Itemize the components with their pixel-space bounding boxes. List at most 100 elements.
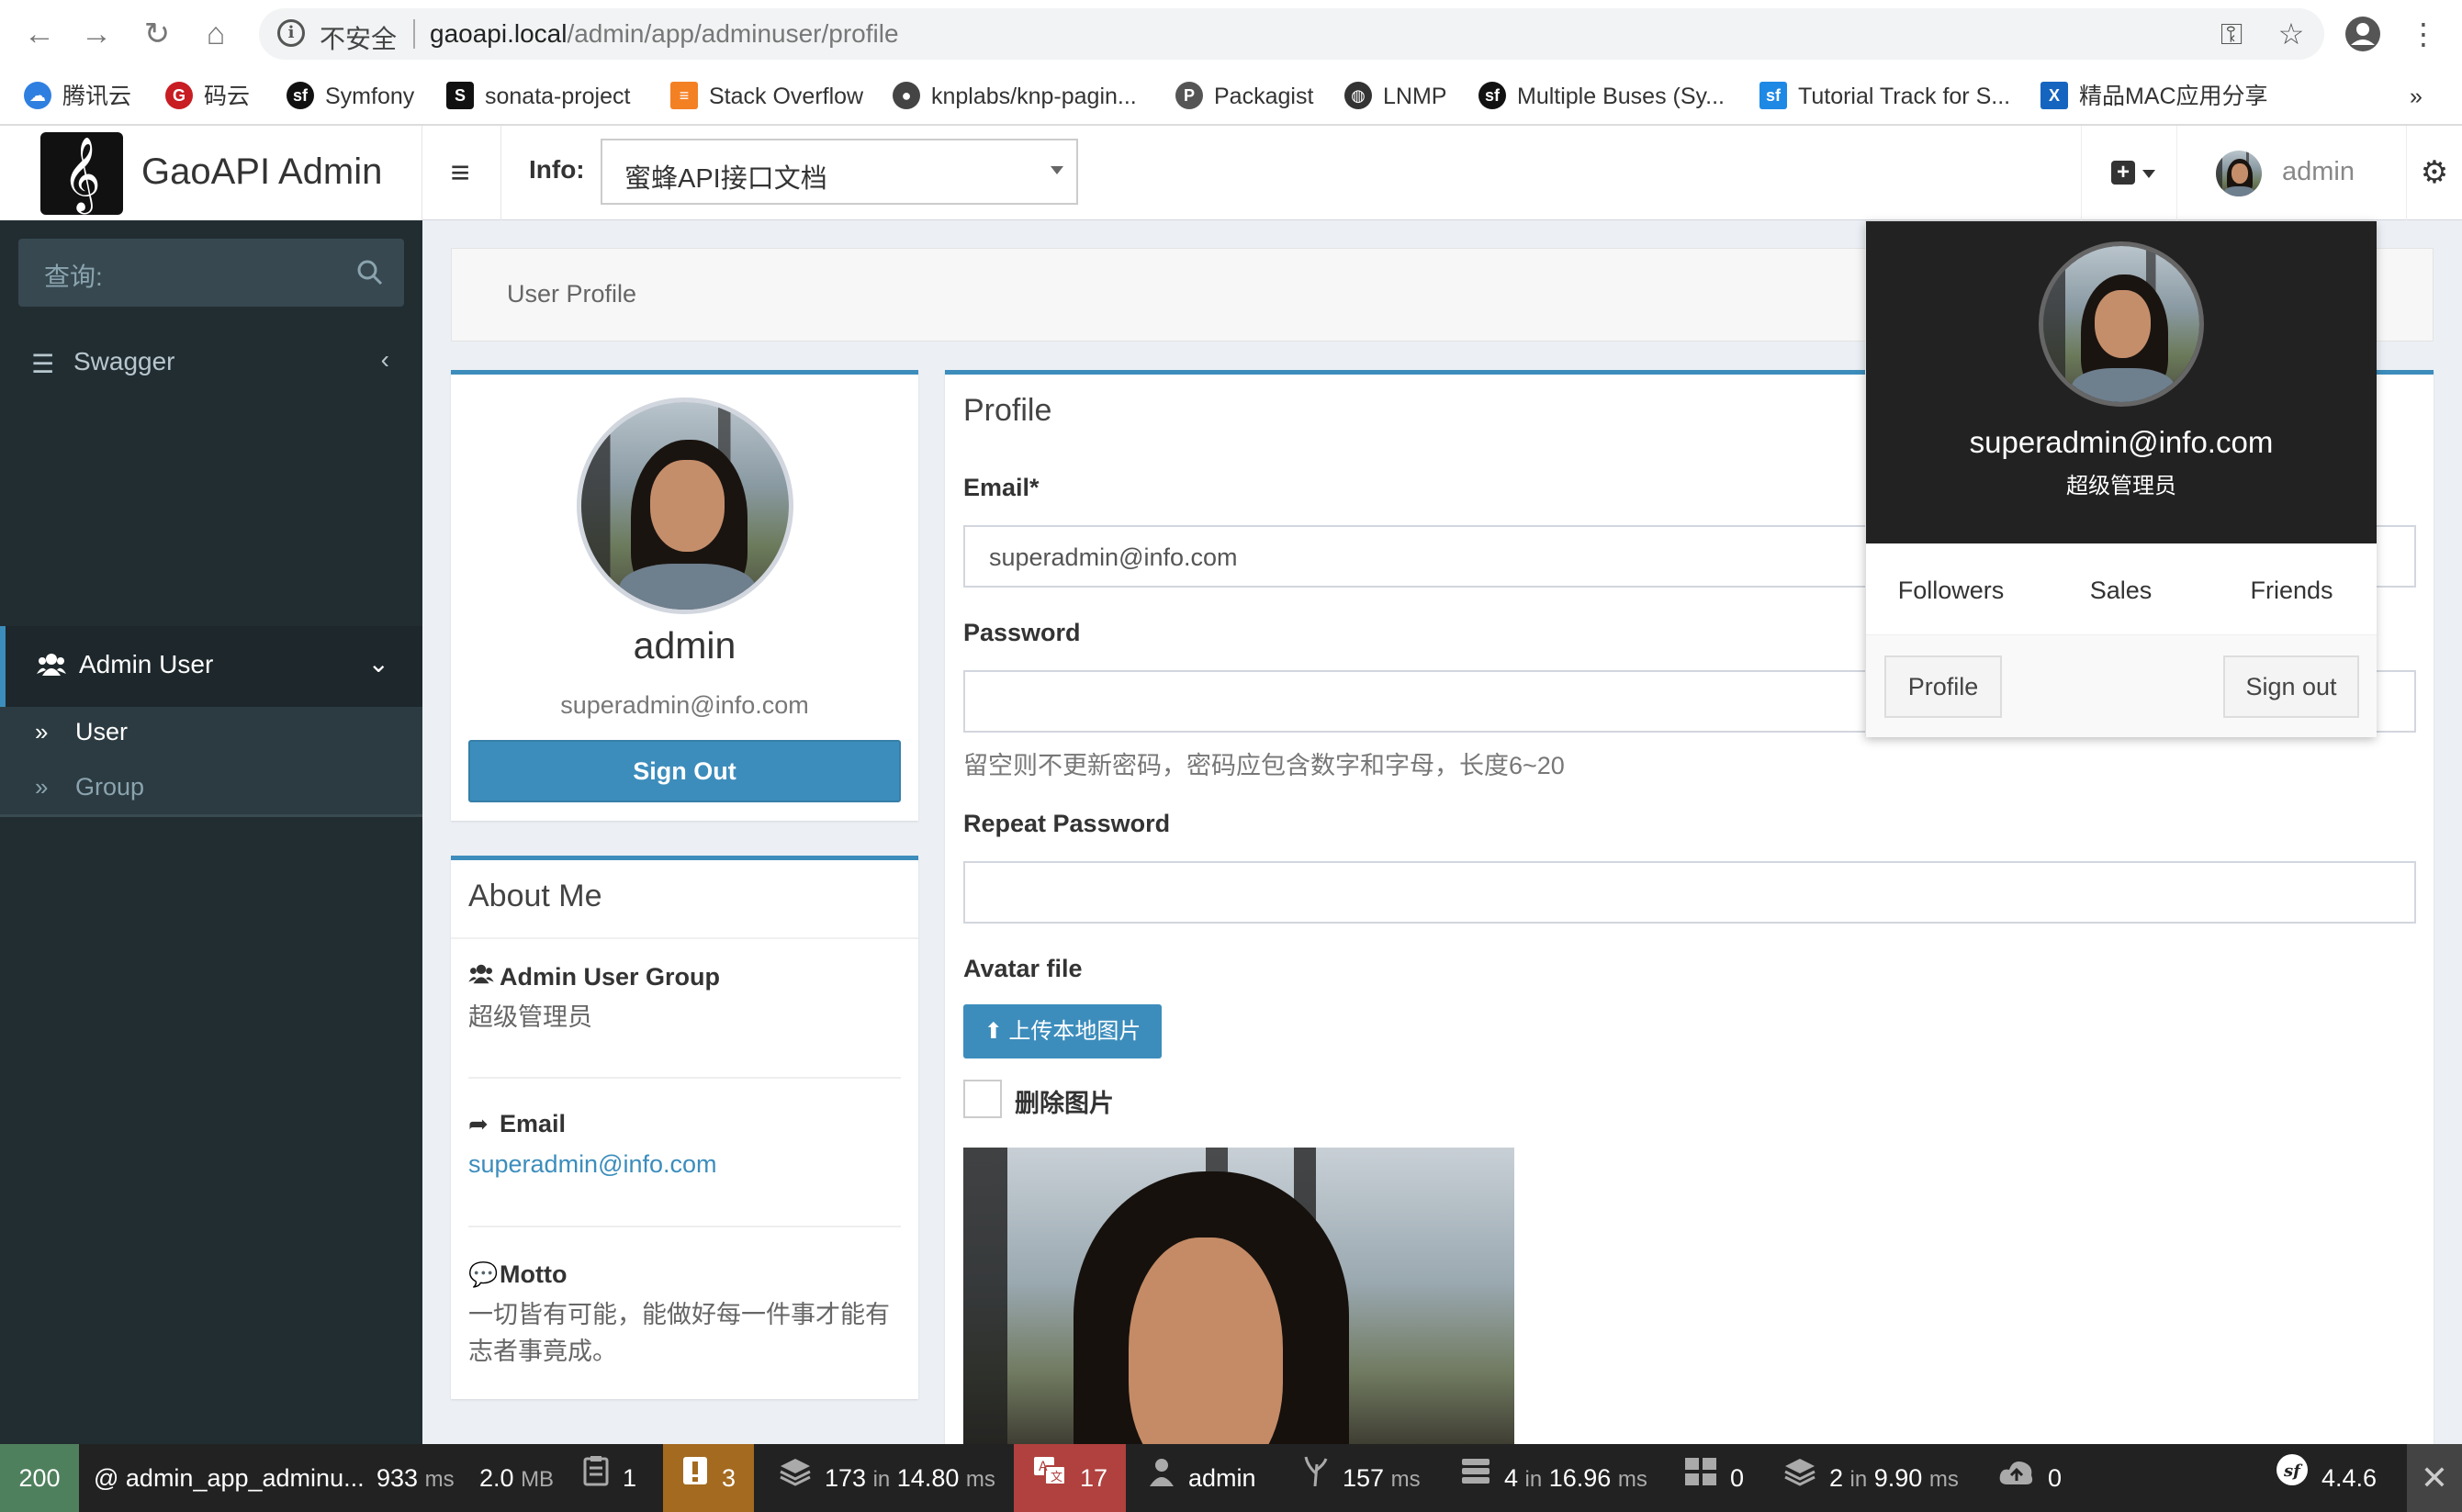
delete-image-checkbox[interactable] [963, 1080, 1002, 1118]
bookmark-lnmp[interactable]: ◍ LNMP [1344, 78, 1446, 115]
translate-icon: A文 [1032, 1444, 1067, 1512]
bookmark-symfony[interactable]: sf Symfony [287, 78, 414, 115]
url-bar[interactable]: i 不安全 gaoapi.local/admin/app/adminuser/p… [259, 8, 2324, 60]
bookmark-label: Stack Overflow [709, 84, 864, 109]
avatar-file-label: Avatar file [963, 955, 1083, 982]
star-icon[interactable]: ☆ [2268, 11, 2314, 57]
double-chevron-icon: » [35, 773, 49, 801]
about-email-label: Email [500, 1110, 567, 1137]
forms-panel[interactable]: 1 [582, 1444, 636, 1512]
info-select[interactable]: 蜜蜂API接口文档 [601, 139, 1078, 205]
database-panel[interactable]: 4 in 16.96 ms [1460, 1444, 1647, 1512]
database-icon [1460, 1444, 1491, 1512]
users-icon [468, 963, 500, 991]
memory-usage[interactable]: 2.0 MB [479, 1444, 554, 1512]
divider [451, 937, 918, 939]
sidebar-subitem-group[interactable]: » Group [0, 762, 422, 815]
sidebar-subitem-user[interactable]: » User [0, 707, 422, 760]
dropdown-sign-out-button[interactable]: Sign out [2223, 655, 2359, 718]
grid-icon [1684, 1444, 1717, 1512]
password-label: Password [963, 619, 1081, 646]
bookmark-tutorial-track[interactable]: sf Tutorial Track for S... [1759, 78, 2010, 115]
sidebar-toggle-icon[interactable]: ≡ [432, 150, 489, 196]
bookmark-sonata[interactable]: Ssonata-project [446, 78, 630, 115]
twig-icon [1302, 1444, 1330, 1512]
route-label[interactable]: @ admin_app_adminu... [94, 1444, 365, 1512]
info-icon[interactable]: i [277, 19, 305, 47]
about-group-label: Admin User Group [500, 963, 721, 991]
upload-image-button[interactable]: ⬆ 上传本地图片 [963, 1004, 1162, 1058]
bookmark-tencent[interactable]: ☁ 腾讯云 [24, 78, 131, 115]
status-badge[interactable]: 200 [0, 1444, 79, 1512]
url-text[interactable]: gaoapi.local/admin/app/adminuser/profile [430, 19, 899, 49]
sign-out-button[interactable]: Sign Out [468, 740, 901, 802]
url-separator [413, 19, 415, 49]
bookmark-label: 精品MAC应用分享 [2079, 84, 2268, 109]
sidebar-search-input[interactable]: 查询: [18, 239, 404, 307]
key-icon[interactable]: ⚿ [2209, 11, 2254, 57]
bookmark-knplabs[interactable]: ● knplabs/knp-pagin... [893, 78, 1137, 115]
home-icon[interactable]: ⌂ [193, 11, 239, 57]
request-time[interactable]: 933 ms [377, 1444, 455, 1512]
forward-icon[interactable]: → [73, 11, 119, 57]
followers-link[interactable]: Followers [1866, 577, 2036, 605]
reload-icon[interactable]: ↻ [134, 11, 180, 57]
avatar [2216, 151, 2262, 196]
about-email-link[interactable]: superadmin@info.com [468, 1146, 901, 1182]
bookmark-packagist[interactable]: P Packagist [1175, 78, 1313, 115]
packagist-icon: P [1175, 82, 1203, 110]
comment-icon: 💬 [468, 1260, 499, 1288]
dashboard-panel[interactable]: 0 [1684, 1444, 1744, 1512]
close-icon[interactable]: ✕ [2407, 1444, 2462, 1512]
bookmark-gitee[interactable]: G 码云 [165, 78, 250, 115]
dropdown-email: superadmin@info.com [1969, 425, 2274, 459]
users-icon [37, 652, 66, 681]
gears-icon[interactable]: ⚙ [2406, 126, 2462, 220]
add-menu-button[interactable]: + [2081, 126, 2176, 220]
security-panel[interactable]: admin [1148, 1444, 1256, 1512]
x-icon: X [2040, 82, 2068, 110]
logo-text: GaoAPI Admin [141, 151, 383, 192]
layers-value: 2 [1829, 1464, 1844, 1492]
layers-panel[interactable]: 2 in 9.90 ms [1783, 1444, 1959, 1512]
symfony-icon: sf [2276, 1444, 2309, 1512]
dropdown-header: superadmin@info.com 超级管理员 [1866, 221, 2377, 543]
twig-panel[interactable]: 157 ms [1302, 1444, 1421, 1512]
app-header: 𝄞 GaoAPI Admin ≡ Info: 蜜蜂API接口文档 + admin… [0, 126, 2462, 220]
profile-button[interactable]: Profile [1884, 655, 2002, 718]
back-icon[interactable]: ← [17, 11, 62, 57]
sales-link[interactable]: Sales [2036, 577, 2206, 605]
http-client-panel[interactable]: 0 [1998, 1444, 2062, 1512]
friends-link[interactable]: Friends [2207, 577, 2377, 605]
sidebar-item-swagger[interactable]: ☰ Swagger ‹ [0, 323, 422, 404]
email-label: Email* [963, 474, 1040, 501]
cloud-icon: ☁ [24, 82, 51, 110]
user-menu-button[interactable]: admin [2176, 126, 2406, 220]
twig-value: 157 [1343, 1464, 1385, 1492]
bookmark-multiple-buses[interactable]: sf Multiple Buses (Sy... [1478, 78, 1725, 115]
url-host: gaoapi.local [430, 19, 568, 48]
sonata-icon: S [446, 82, 474, 110]
twig-unit: ms [1390, 1467, 1421, 1492]
browser-chrome: ← → ↻ ⌂ i 不安全 gaoapi.local/admin/app/adm… [0, 0, 2462, 126]
header-divider [500, 126, 501, 220]
info-select-value: 蜜蜂API接口文档 [624, 164, 827, 194]
search-icon[interactable] [356, 259, 384, 286]
bookmarks-more[interactable]: » [2410, 78, 2423, 115]
about-group-value: 超级管理员 [468, 1003, 592, 1031]
account-icon[interactable] [2340, 11, 2386, 57]
symfony-icon: sf [1478, 82, 1506, 110]
symfony-version[interactable]: sf 4.4.6 [2276, 1444, 2377, 1512]
menu-kebab-icon[interactable]: ⋮ [2400, 11, 2446, 57]
cache-panel[interactable]: 173 in 14.80 ms [779, 1444, 995, 1512]
logo[interactable]: 𝄞 GaoAPI Admin [0, 126, 422, 220]
bookmark-mac-apps[interactable]: X 精品MAC应用分享 [2040, 78, 2268, 115]
sidebar-item-admin-user[interactable]: Admin User ⌄ [0, 626, 422, 707]
repeat-password-field[interactable] [963, 861, 2416, 924]
translation-panel[interactable]: A 文 17 [1014, 1444, 1127, 1512]
insecure-label: 不安全 [320, 25, 398, 53]
svg-text:sf: sf [2283, 1462, 2303, 1481]
db-in: in [1524, 1467, 1543, 1492]
bookmark-stackoverflow[interactable]: ≡ Stack Overflow [670, 78, 863, 115]
logs-panel[interactable]: 3 [663, 1444, 755, 1512]
